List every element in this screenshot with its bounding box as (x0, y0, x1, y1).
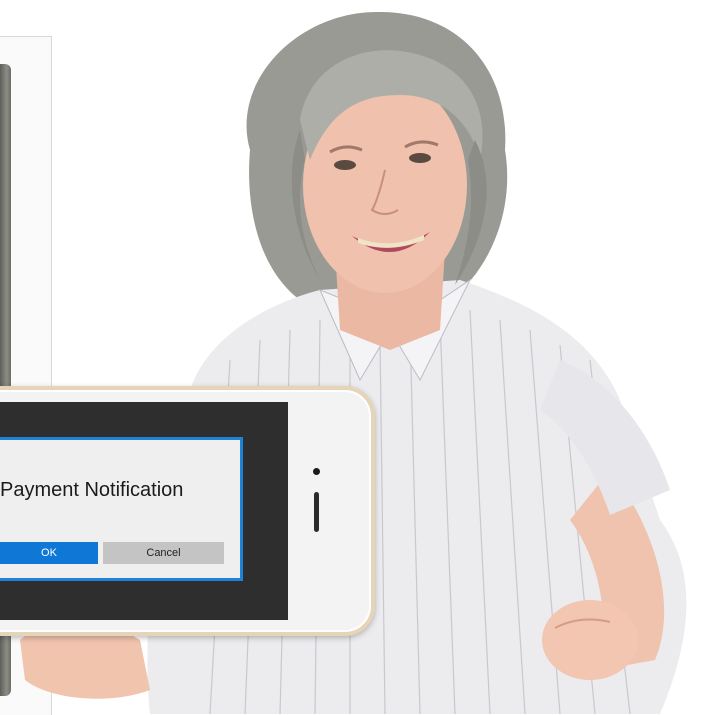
payment-notification-dialog: Payment Notification OK Cancel (0, 437, 243, 581)
cancel-button[interactable]: Cancel (103, 542, 224, 564)
phone-camera-icon (313, 468, 320, 475)
dialog-title: Payment Notification (0, 479, 184, 501)
phone-speaker-icon (314, 492, 319, 532)
ok-button[interactable]: OK (0, 542, 98, 564)
